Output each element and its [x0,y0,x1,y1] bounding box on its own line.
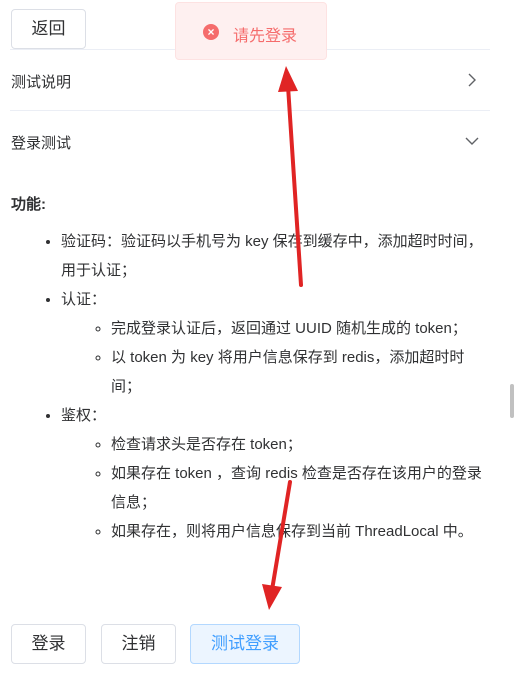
list-item: 鉴权： 检查请求头是否存在 token； 如果存在 token ，查询 redi… [61,401,491,546]
chevron-down-icon[interactable] [465,134,479,148]
list-item: 认证： 完成登录认证后，返回通过 UUID 随机生成的 token； 以 tok… [61,285,491,401]
sub-list-item: 如果存在，则将用户信息保存到当前 ThreadLocal 中。 [111,517,491,546]
test-login-button[interactable]: 测试登录 [190,624,300,664]
sub-list-item: 如果存在 token ，查询 redis 检查是否存在该用户的登录信息； [111,459,491,517]
logout-button[interactable]: 注销 [101,624,176,664]
sub-list-item: 以 token 为 key 将用户信息保存到 redis，添加超时时间； [111,343,491,401]
error-toast: × 请先登录 [175,2,327,60]
scrollbar-thumb[interactable] [510,384,514,418]
feature-list: 验证码：验证码以手机号为 key 保存到缓存中，添加超时时间，用于认证； 认证：… [11,227,491,546]
list-item: 验证码：验证码以手机号为 key 保存到缓存中，添加超时时间，用于认证； [61,227,491,285]
collapse-title-login-test[interactable]: 登录测试 [11,132,71,153]
login-button[interactable]: 登录 [11,624,86,664]
chevron-right-icon[interactable] [465,73,479,87]
section-heading: 功能: [11,196,46,213]
sub-list-item: 检查请求头是否存在 token； [111,430,491,459]
error-circle-icon: × [203,24,219,40]
app-panel: 返回 测试说明 登录测试 功能: 验证码：验证码以手机号为 key 保存到缓存中… [0,0,500,692]
sub-list-item: 完成登录认证后，返回通过 UUID 随机生成的 token； [111,314,491,343]
back-button[interactable]: 返回 [11,9,86,49]
toast-message: 请先登录 [233,28,298,45]
collapse-title-test-description[interactable]: 测试说明 [11,71,71,92]
feature-description: 功能: 验证码：验证码以手机号为 key 保存到缓存中，添加超时时间，用于认证；… [11,190,491,546]
divider [10,110,490,111]
